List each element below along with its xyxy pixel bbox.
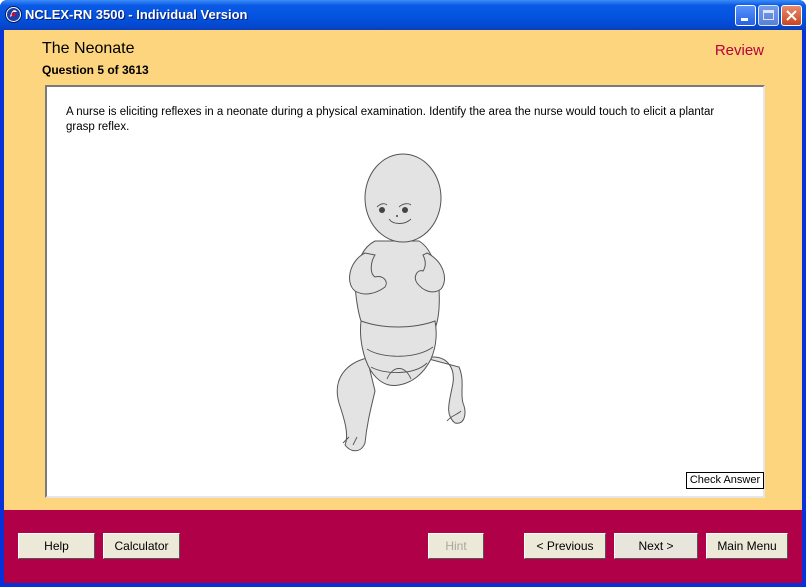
left-leg bbox=[336, 357, 376, 452]
footer-toolbar: Help Calculator Hint < Previous Next > M… bbox=[4, 510, 802, 583]
maximize-icon bbox=[763, 10, 774, 20]
right-leg bbox=[424, 356, 466, 424]
minimize-icon bbox=[741, 18, 748, 21]
next-button[interactable]: Next > bbox=[614, 533, 698, 559]
window-title: NCLEX-RN 3500 - Individual Version bbox=[25, 7, 248, 22]
question-counter: Question 5 of 3613 bbox=[42, 63, 149, 77]
neonate-illustration[interactable] bbox=[327, 153, 469, 455]
app-window: NCLEX-RN 3500 - Individual Version The N… bbox=[0, 0, 806, 587]
main-area: The Neonate Question 5 of 3613 Review A … bbox=[4, 30, 802, 583]
diaper bbox=[360, 320, 437, 386]
close-icon bbox=[786, 10, 797, 21]
previous-button[interactable]: < Previous bbox=[524, 533, 606, 559]
question-text: A nurse is eliciting reflexes in a neona… bbox=[66, 106, 715, 133]
app-logo-icon[interactable] bbox=[5, 6, 22, 23]
question-panel: A nurse is eliciting reflexes in a neona… bbox=[45, 85, 765, 498]
review-mode-label: Review bbox=[714, 42, 764, 59]
minimize-button[interactable] bbox=[735, 5, 756, 26]
head bbox=[364, 153, 442, 243]
check-answer-button[interactable]: Check Answer bbox=[686, 472, 764, 489]
main-menu-button[interactable]: Main Menu bbox=[706, 533, 788, 559]
close-button[interactable] bbox=[781, 5, 802, 26]
help-button[interactable]: Help bbox=[18, 533, 95, 559]
calculator-button[interactable]: Calculator bbox=[103, 533, 180, 559]
title-bar[interactable]: NCLEX-RN 3500 - Individual Version bbox=[0, 0, 806, 30]
topic-title: The Neonate bbox=[42, 40, 135, 57]
maximize-button[interactable] bbox=[758, 5, 779, 26]
hint-button[interactable]: Hint bbox=[428, 533, 484, 559]
